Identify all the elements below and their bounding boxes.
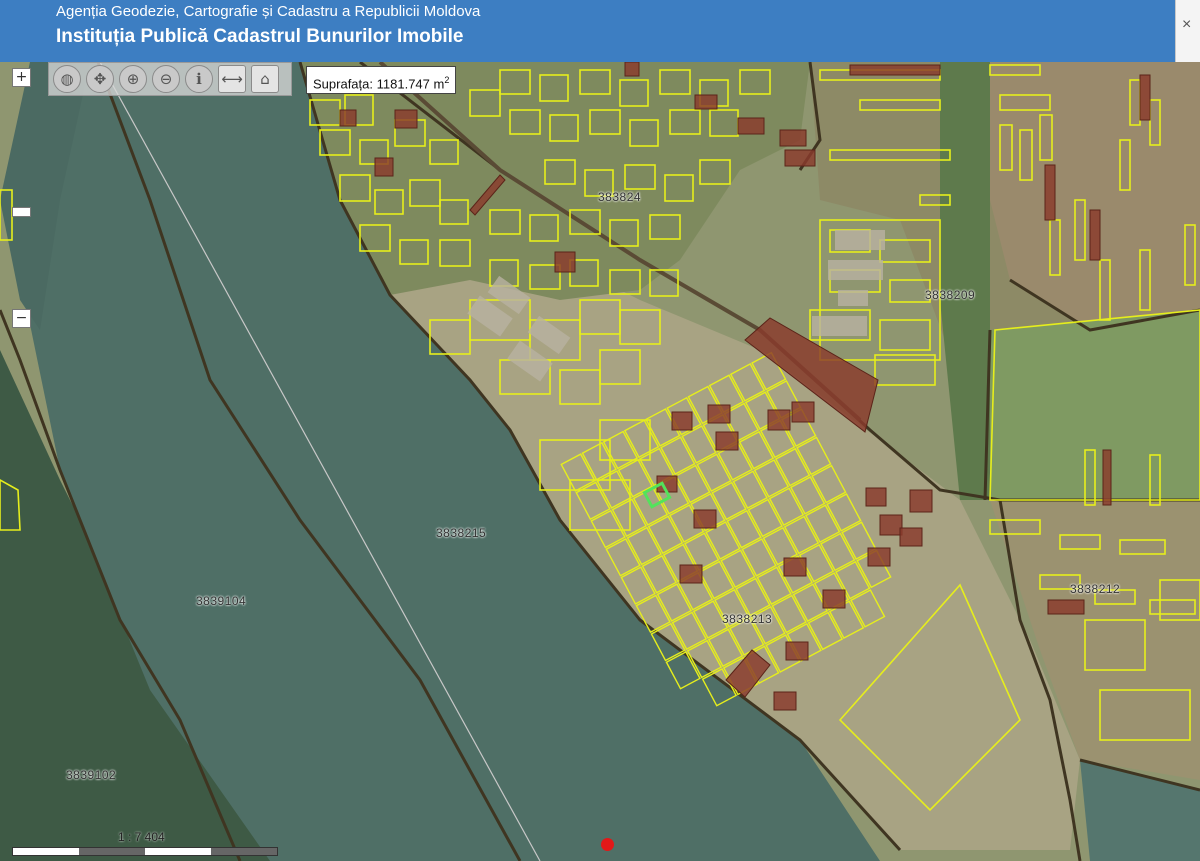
app-header: Agenția Geodezie, Cartografie și Cadastr… [0,0,1200,62]
cadastral-zone-label: 3838213 [722,612,773,626]
zoom-slider-handle[interactable] [12,207,31,217]
zoom-out-button[interactable]: − [12,309,31,328]
area-value: 1181.747 [376,76,430,92]
zoom-out-icon[interactable]: ⊖ [152,65,180,93]
close-icon[interactable]: × [1182,16,1191,34]
agency-name: Agenția Geodezie, Cartografie și Cadastr… [56,3,481,20]
map-toolbar: ◍ ✥ ⊕ ⊖ ℹ ⟷ ⌂ [48,62,292,96]
area-label: Suprafața: [313,76,373,92]
cadastral-zone-label: 3838209 [925,288,976,302]
institution-name: Instituția Publică Cadastrul Bunurilor I… [56,26,464,47]
cadastral-zone-label: 3838212 [1070,582,1121,596]
cadastral-zone-label: 3838215 [436,526,487,540]
area-unit: m [433,76,445,92]
scale-bar [12,847,278,856]
pan-icon[interactable]: ✥ [86,65,114,93]
scale-label: 1 : 7 404 [118,830,165,844]
info-icon[interactable]: ℹ [185,65,213,93]
measure-icon[interactable]: ⟷ [218,65,246,93]
cadastral-zone-label: 3839102 [66,768,117,782]
area-unit-exponent: 2 [444,75,450,85]
map-canvas[interactable]: 383824 3838209 3838215 3839104 3838212 3… [0,62,1200,861]
area-measurement-tooltip: Suprafața: 1181.747 m2 [306,66,457,94]
cadastral-zone-label: 3839104 [196,594,247,608]
zoom-in-button[interactable]: + [12,68,31,87]
header-corner-button[interactable]: × [1175,0,1200,62]
map-imagery [0,62,1200,861]
cadastral-zone-label: 383824 [598,190,642,204]
location-marker [601,838,614,851]
globe-icon[interactable]: ◍ [53,65,81,93]
print-icon[interactable]: ⌂ [251,65,279,93]
zoom-in-icon[interactable]: ⊕ [119,65,147,93]
